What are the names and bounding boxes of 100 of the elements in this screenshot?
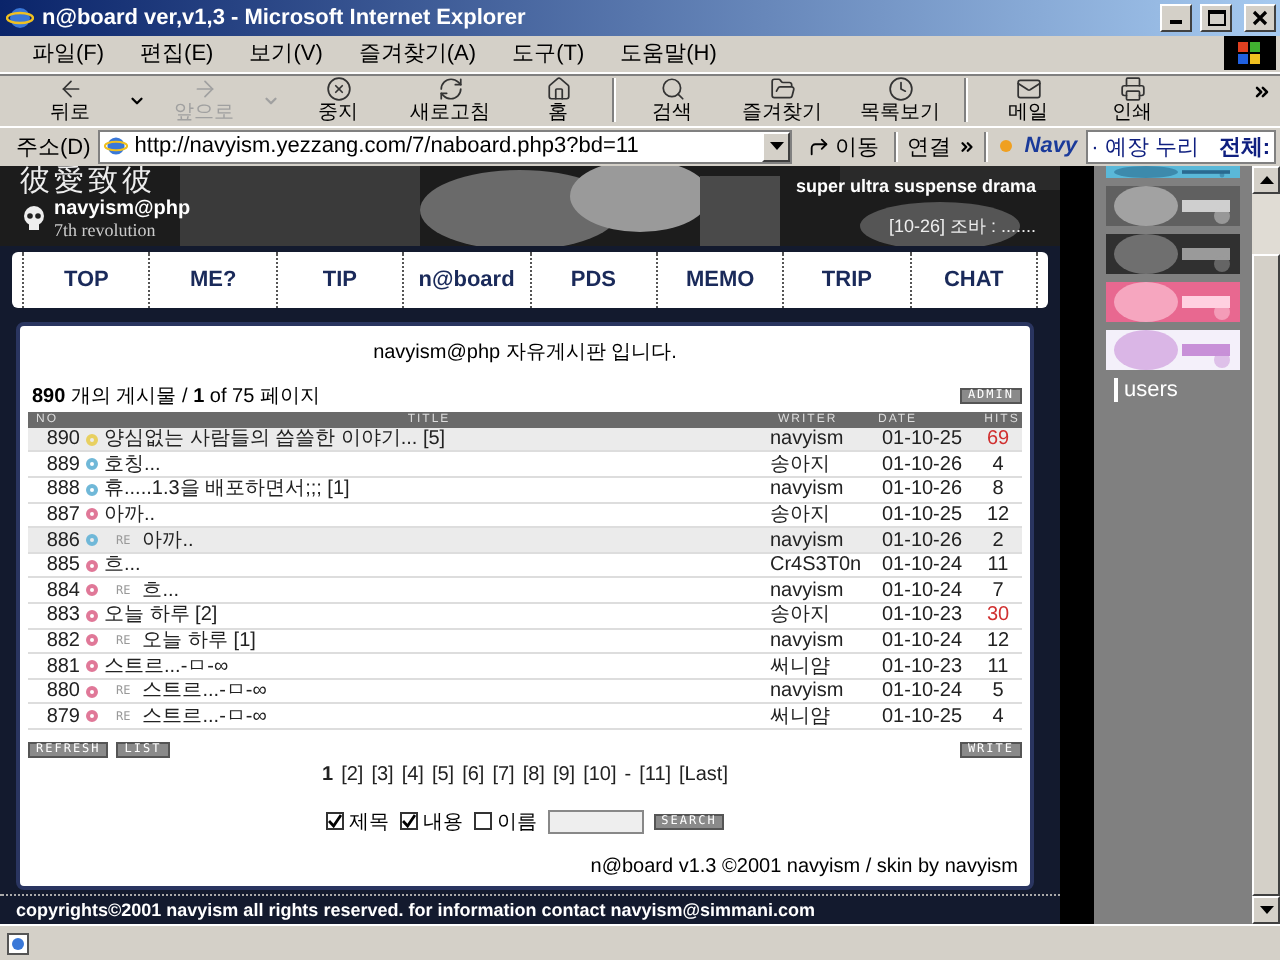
table-row[interactable]: 889 호칭... 송아지 01-10-26 4 bbox=[28, 452, 1022, 479]
page-link[interactable]: [10] bbox=[583, 763, 617, 788]
post-date: 01-10-26 bbox=[879, 529, 965, 552]
post-writer: 송아지 bbox=[770, 453, 832, 476]
table-row[interactable]: 885 흐... Cr4S3T0n 01-10-24 11 bbox=[28, 553, 1022, 579]
nav-link[interactable]: CHAT bbox=[909, 251, 1038, 308]
search-input[interactable] bbox=[547, 809, 644, 834]
menu-item[interactable]: 도움말(H) bbox=[604, 38, 733, 69]
post-number: 881 bbox=[44, 655, 80, 677]
skull-icon bbox=[20, 204, 48, 233]
post-title[interactable]: 스트르...-ㅁ-∞ bbox=[142, 680, 267, 703]
page-link[interactable]: [3] bbox=[371, 763, 394, 788]
checkbox[interactable] bbox=[325, 812, 344, 831]
table-row[interactable]: 890 양심없는 사람들의 씁쓸한 이야기... [5] navyism 01-10-25 69 bbox=[28, 427, 1022, 453]
table-row[interactable]: 881 스트르...-ㅁ-∞ 써니얌 01-10-23 11 bbox=[28, 654, 1022, 680]
nav-link[interactable]: TRIP bbox=[782, 251, 910, 308]
address-field[interactable]: http://navyism.yezzang.com/7/naboard.php3?bd=11 bbox=[98, 129, 793, 164]
nav-link[interactable]: n@board bbox=[402, 251, 529, 308]
board-title: navyism@php 자유게시판 입니다. bbox=[371, 341, 679, 366]
post-date: 01-10-24 bbox=[879, 680, 965, 703]
option-label: 이름 bbox=[497, 809, 538, 836]
minimize-button[interactable] bbox=[1160, 3, 1192, 32]
back-button[interactable]: 뒤로 bbox=[20, 74, 120, 127]
table-row[interactable]: 883 오늘 하루 [2] 송아지 01-10-23 30 bbox=[28, 604, 1022, 630]
checkbox[interactable] bbox=[473, 812, 492, 831]
dropdown-button[interactable] bbox=[762, 131, 791, 162]
page-link[interactable]: - bbox=[624, 763, 632, 788]
post-title[interactable]: 양심없는 사람들의 씁쓸한 이야기... [5] bbox=[104, 428, 446, 451]
address-label: 주소(D) bbox=[16, 133, 91, 162]
post-title[interactable]: 아까.. bbox=[104, 503, 156, 526]
scroll-down-button[interactable] bbox=[1252, 896, 1280, 925]
search-option[interactable]: 이름 bbox=[473, 807, 538, 836]
post-title[interactable]: 흐... bbox=[104, 554, 141, 577]
post-title[interactable]: 오늘 하루 [2] bbox=[104, 604, 218, 627]
nav-link[interactable]: MEMO bbox=[655, 251, 783, 308]
page-link[interactable]: [6] bbox=[462, 763, 485, 788]
post-title[interactable]: 호칭... bbox=[104, 453, 161, 476]
post-hits: 4 bbox=[990, 705, 1006, 728]
nav-link[interactable]: PDS bbox=[529, 251, 656, 308]
links-label[interactable]: 연결 bbox=[906, 131, 951, 162]
post-title[interactable]: 스트르...-ㅁ-∞ bbox=[104, 655, 229, 677]
stop-icon bbox=[325, 76, 351, 103]
table-row[interactable]: 888 휴.....1.3을 배포하면서;;; [1] navyism 01-10-26 8 bbox=[28, 478, 1022, 504]
scroll-up-button[interactable] bbox=[1252, 165, 1280, 194]
page-link[interactable]: [2] bbox=[341, 763, 364, 788]
nav-link[interactable]: TOP bbox=[22, 251, 149, 308]
go-arrow-icon bbox=[808, 135, 831, 158]
scrollbar[interactable] bbox=[1252, 165, 1280, 925]
option-label: 내용 bbox=[423, 809, 464, 836]
search-option[interactable]: 제목 bbox=[325, 807, 390, 836]
post-title[interactable]: 휴.....1.3을 배포하면서;;; [1] bbox=[104, 478, 350, 501]
more-icon[interactable] bbox=[958, 137, 977, 156]
table-row[interactable]: 887 아까.. 송아지 01-10-25 12 bbox=[28, 503, 1022, 529]
checkbox[interactable] bbox=[399, 812, 418, 831]
page-link[interactable]: 1 bbox=[322, 763, 334, 788]
menu-item[interactable]: 보기(V) bbox=[233, 38, 339, 69]
menu-item[interactable]: 편집(E) bbox=[124, 38, 230, 69]
post-date: 01-10-25 bbox=[879, 503, 965, 526]
page-link[interactable]: [5] bbox=[431, 763, 455, 788]
page-link[interactable]: [9] bbox=[552, 763, 576, 788]
maximize-button[interactable] bbox=[1200, 3, 1232, 32]
option-label: 제목 bbox=[349, 809, 390, 836]
page-link[interactable]: [Last] bbox=[679, 763, 728, 788]
post-title[interactable]: 오늘 하루 [1] bbox=[142, 629, 256, 652]
stop-button[interactable]: 중지 bbox=[288, 74, 388, 127]
post-hits: 30 bbox=[984, 604, 1012, 627]
mail-icon bbox=[1015, 76, 1041, 103]
scroll-thumb[interactable] bbox=[1252, 253, 1280, 897]
post-number: 890 bbox=[44, 428, 80, 451]
credit-line: n@board v1.3 ©2001 navyism / skin by navyism bbox=[588, 855, 1020, 880]
search-button[interactable]: 검색 bbox=[624, 74, 720, 127]
post-title[interactable]: 아까.. bbox=[142, 529, 194, 552]
menu-item[interactable]: 즐겨찾기(A) bbox=[342, 38, 493, 69]
history-button[interactable]: 목록보기 bbox=[844, 74, 956, 127]
browser-logo-icon bbox=[6, 3, 34, 32]
close-icon bbox=[1252, 9, 1268, 26]
page-link[interactable]: [4] bbox=[401, 763, 424, 788]
nav-link[interactable]: ME? bbox=[148, 251, 276, 308]
more-icon[interactable] bbox=[1252, 81, 1272, 102]
home-button[interactable]: 홈 bbox=[512, 74, 604, 127]
print-button[interactable]: 인쇄 bbox=[1080, 74, 1184, 127]
close-button[interactable] bbox=[1244, 3, 1276, 32]
nav-link[interactable]: TIP bbox=[275, 251, 403, 308]
page-link[interactable]: [11] bbox=[639, 763, 672, 788]
refresh-icon bbox=[437, 76, 463, 103]
mail-button[interactable]: 메일 bbox=[976, 74, 1080, 127]
post-date: 01-10-26 bbox=[879, 453, 965, 476]
page-link[interactable]: [7] bbox=[492, 763, 515, 788]
post-title[interactable]: 스트르...-ㅁ-∞ bbox=[142, 705, 267, 728]
search-field[interactable]: · 예장 누리 전체: bbox=[1085, 129, 1276, 164]
menu-item[interactable]: 도구(T) bbox=[496, 38, 601, 69]
menu-item[interactable]: 파일(F) bbox=[16, 38, 121, 69]
post-title[interactable]: 흐... bbox=[142, 579, 180, 602]
favorites-button[interactable]: 즐겨찾기 bbox=[720, 74, 844, 127]
search-option[interactable]: 내용 bbox=[399, 807, 464, 836]
post-writer: navyism bbox=[770, 478, 846, 501]
refresh-button[interactable]: 새로고침 bbox=[388, 74, 512, 127]
page-link[interactable]: [8] bbox=[522, 763, 545, 788]
go-button[interactable]: 이동 bbox=[800, 129, 887, 164]
sun-icon bbox=[996, 136, 1017, 157]
